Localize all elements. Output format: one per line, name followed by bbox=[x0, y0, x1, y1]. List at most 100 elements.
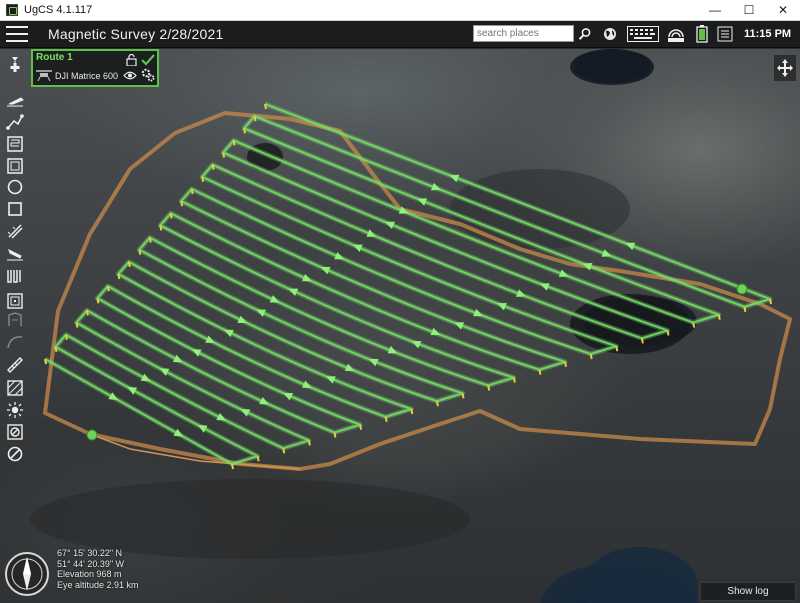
waypoint-marker[interactable] bbox=[461, 393, 465, 399]
waypoint-marker[interactable] bbox=[256, 455, 260, 462]
waypoint-marker[interactable] bbox=[769, 298, 772, 305]
waypoint-marker[interactable] bbox=[85, 310, 89, 316]
waypoint-marker[interactable] bbox=[64, 334, 68, 340]
forbidden-icon[interactable] bbox=[5, 445, 25, 463]
show-log-button[interactable]: Show log bbox=[700, 582, 796, 601]
map-view[interactable] bbox=[0, 49, 800, 603]
photogrammetry-icon[interactable] bbox=[5, 157, 25, 175]
compass-icon[interactable] bbox=[4, 551, 50, 597]
waypoint-marker[interactable] bbox=[564, 361, 568, 368]
waypoint-marker[interactable] bbox=[666, 330, 670, 336]
latitude: 67° 15' 30.22" N bbox=[57, 548, 123, 558]
waypoint-marker[interactable] bbox=[410, 408, 414, 415]
area-scan-icon[interactable] bbox=[5, 135, 25, 153]
waypoint-marker[interactable] bbox=[222, 152, 226, 158]
circle-icon[interactable] bbox=[5, 178, 25, 196]
waypoint-marker[interactable] bbox=[307, 440, 311, 446]
corridor-icon[interactable] bbox=[5, 222, 25, 240]
clock: 11:15 PM bbox=[744, 28, 792, 40]
main-toolbar: Magnetic Survey 2/28/2021 11:15 PM bbox=[0, 21, 800, 48]
cancel-icon[interactable] bbox=[5, 423, 25, 441]
waypoint-marker[interactable] bbox=[211, 164, 215, 170]
waypoint-marker[interactable] bbox=[127, 261, 131, 268]
waypoint-marker[interactable] bbox=[333, 432, 337, 438]
waypoint-marker[interactable] bbox=[44, 358, 47, 365]
spiral-icon[interactable] bbox=[5, 292, 25, 310]
landing-icon[interactable] bbox=[5, 245, 25, 263]
terrain-shadow bbox=[30, 479, 470, 559]
waypoint-marker[interactable] bbox=[487, 385, 491, 391]
fullscreen-icon[interactable] bbox=[716, 25, 734, 43]
waypoint-marker[interactable] bbox=[384, 416, 388, 423]
waypoint-marker[interactable] bbox=[190, 188, 194, 195]
perimeter-icon[interactable] bbox=[5, 200, 25, 218]
route-name[interactable]: Route 1 bbox=[36, 52, 73, 63]
waypoint-marker[interactable] bbox=[692, 322, 696, 328]
ugcs-window: UgCS 4.1.117 — ☐ ✕ Magnetic Survey 2/28/… bbox=[0, 0, 800, 603]
waypoint-marker[interactable] bbox=[54, 346, 58, 353]
settings-icon[interactable] bbox=[140, 67, 156, 83]
app-icon bbox=[6, 4, 18, 16]
waypoint-marker[interactable] bbox=[159, 225, 163, 231]
waypoint-marker[interactable] bbox=[243, 128, 247, 134]
waypoint-marker[interactable] bbox=[615, 345, 619, 352]
sun-icon[interactable] bbox=[5, 401, 25, 419]
waypoint-marker[interactable] bbox=[231, 463, 234, 470]
survey-route-overlay bbox=[30, 49, 792, 603]
waypoint-marker[interactable] bbox=[264, 103, 267, 110]
hamburger-menu-icon[interactable] bbox=[4, 24, 30, 44]
waypoint-marker[interactable] bbox=[138, 249, 142, 255]
longitude: 51° 44' 20.39" W bbox=[57, 558, 125, 569]
waypoint-marker[interactable] bbox=[743, 306, 747, 313]
ruler-icon[interactable] bbox=[5, 356, 25, 374]
route-panel[interactable]: Route 1 DJI Matrice 600 bbox=[31, 49, 159, 87]
waypoint-marker[interactable] bbox=[75, 322, 79, 328]
maximize-button[interactable]: ☐ bbox=[732, 0, 766, 21]
waypoint-marker[interactable] bbox=[148, 237, 152, 243]
waypoint-marker[interactable] bbox=[106, 285, 110, 292]
search-input[interactable] bbox=[473, 25, 574, 42]
eye-icon[interactable] bbox=[123, 70, 137, 81]
curve-icon[interactable] bbox=[5, 333, 25, 351]
magnetic-survey-icon[interactable] bbox=[5, 267, 25, 285]
waypoint-marker[interactable] bbox=[169, 213, 173, 219]
waypoint-marker[interactable] bbox=[640, 338, 644, 344]
waypoint-marker[interactable] bbox=[589, 353, 593, 360]
landing-point[interactable] bbox=[736, 283, 748, 295]
waypoint-path-icon[interactable] bbox=[5, 113, 25, 131]
left-toolbar bbox=[0, 49, 30, 603]
search-icon[interactable] bbox=[577, 25, 593, 43]
waypoint-marker[interactable] bbox=[717, 314, 721, 320]
no-fly-zone-icon[interactable] bbox=[5, 379, 25, 397]
waypoint-marker[interactable] bbox=[359, 424, 363, 430]
waypoint-marker[interactable] bbox=[96, 298, 100, 304]
waypoint-marker[interactable] bbox=[180, 200, 184, 207]
keyboard-icon[interactable] bbox=[626, 25, 660, 43]
battery-icon[interactable] bbox=[695, 25, 709, 43]
waypoint-marker[interactable] bbox=[253, 115, 257, 122]
waypoint-marker[interactable] bbox=[435, 400, 439, 407]
window-controls: — ☐ ✕ bbox=[698, 0, 800, 21]
vehicle-name: DJI Matrice 600 bbox=[55, 71, 119, 81]
telemetry-icon[interactable] bbox=[665, 25, 687, 43]
mission-title: Magnetic Survey 2/28/2021 bbox=[48, 26, 224, 42]
waypoint-marker[interactable] bbox=[282, 448, 286, 454]
elevation: Elevation 968 m bbox=[57, 569, 122, 579]
globe-icon[interactable] bbox=[602, 25, 618, 43]
minimize-button[interactable]: — bbox=[698, 0, 732, 21]
close-button[interactable]: ✕ bbox=[766, 0, 800, 21]
takeoff-icon[interactable] bbox=[5, 93, 25, 111]
waypoint-marker[interactable] bbox=[538, 369, 542, 375]
drone-icon bbox=[36, 70, 52, 81]
add-route-icon[interactable] bbox=[5, 55, 25, 73]
waypoint-marker[interactable] bbox=[232, 140, 236, 146]
waypoint-marker[interactable] bbox=[201, 176, 205, 183]
check-icon[interactable] bbox=[141, 53, 155, 66]
survey-lines bbox=[43, 101, 773, 470]
waypoint-marker[interactable] bbox=[512, 377, 516, 383]
import-icon[interactable] bbox=[5, 311, 25, 329]
move-icon[interactable] bbox=[774, 55, 796, 81]
waypoint-marker[interactable] bbox=[117, 273, 121, 280]
takeoff-point[interactable] bbox=[86, 429, 98, 441]
lock-icon[interactable] bbox=[125, 54, 138, 66]
